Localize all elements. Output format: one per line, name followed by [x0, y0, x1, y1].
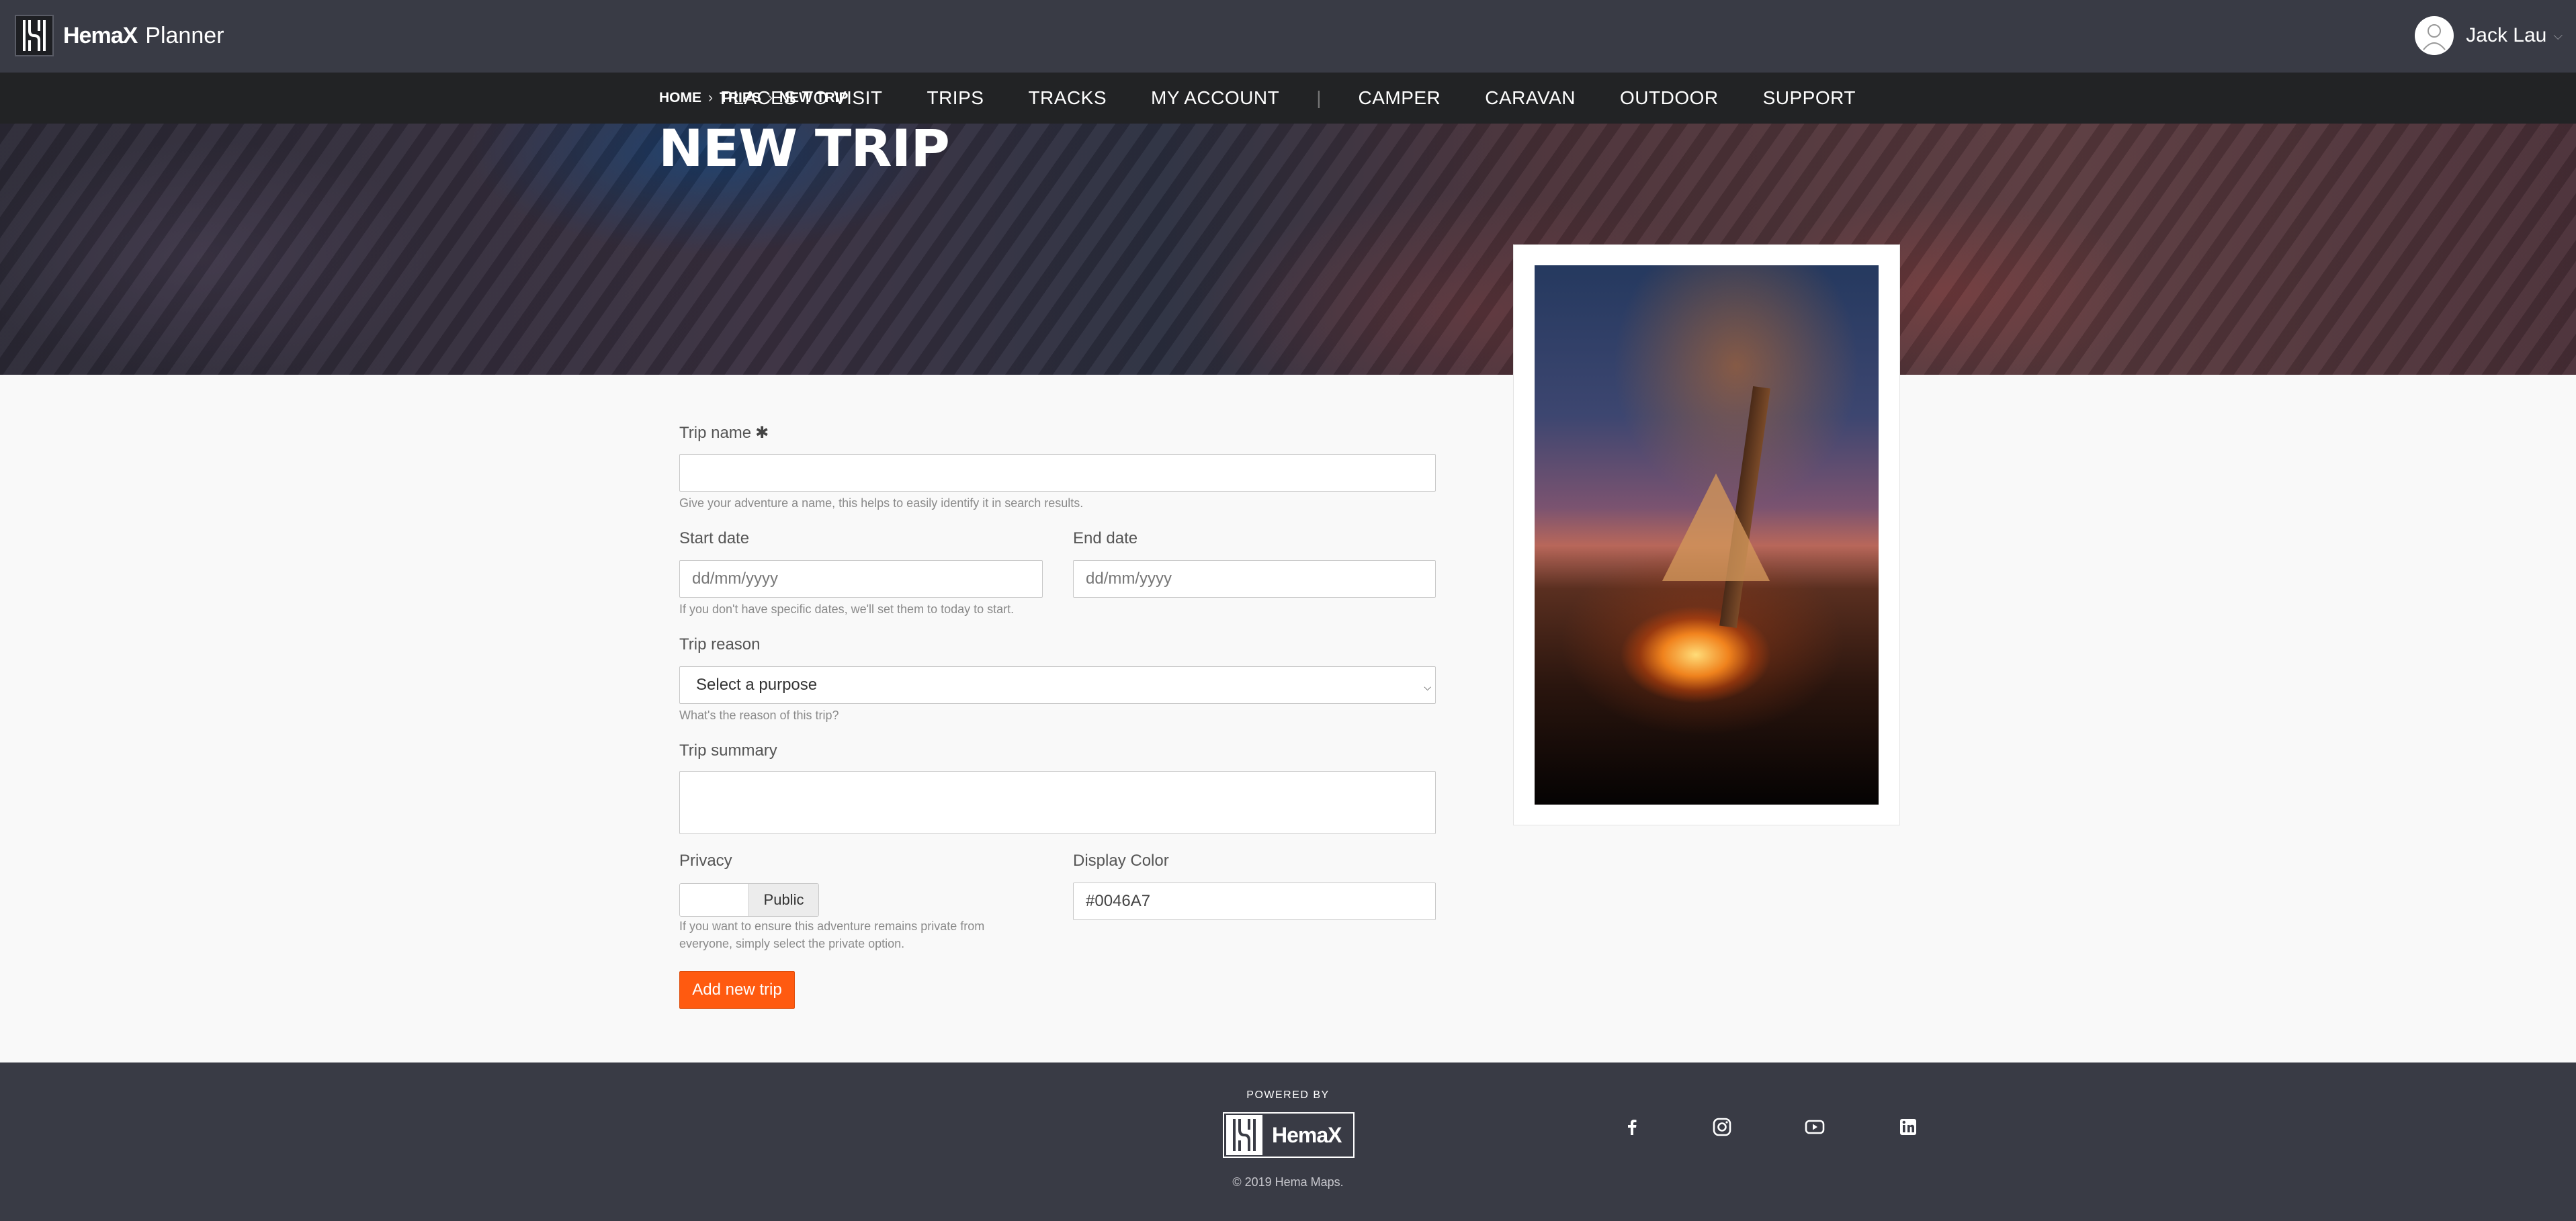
page-title: NEW TRIP: [658, 118, 950, 178]
trip-photo-card: [1513, 244, 1900, 825]
trip-reason-selected: Select a purpose: [696, 676, 818, 694]
instagram-icon[interactable]: [1710, 1115, 1734, 1139]
nav-item-outdoor[interactable]: OUTDOOR: [1598, 87, 1741, 109]
end-date-label: End date: [1073, 529, 1138, 547]
breadcrumb-trips[interactable]: TRIPS: [720, 90, 761, 106]
youtube-icon[interactable]: [1803, 1115, 1827, 1139]
copyright: © 2019 Hema Maps.: [1232, 1175, 1344, 1189]
trip-reason-select[interactable]: Select a purpose ⌵: [679, 666, 1436, 704]
brand-product: Planner: [145, 22, 224, 48]
hemax-logo-icon: [1226, 1115, 1262, 1155]
start-date-input[interactable]: dd/mm/yyyy: [679, 560, 1043, 598]
hero-banner: [0, 124, 2576, 375]
avatar[interactable]: [2415, 16, 2454, 55]
brand-name: HemaX: [63, 22, 138, 48]
trip-name-label-text: Trip name: [679, 424, 752, 442]
chevron-down-icon: ⌵: [1424, 682, 1431, 692]
trip-name-help: Give your adventure a name, this helps t…: [679, 496, 1084, 510]
nav-separator: |: [1316, 87, 1322, 108]
privacy-state[interactable]: Public: [748, 884, 818, 916]
nav-item-support[interactable]: SUPPORT: [1741, 87, 1878, 109]
date-help: If you don't have specific dates, we'll …: [679, 602, 1015, 616]
top-bar: HemaX Planner Jack Lau ⌵: [0, 0, 2576, 73]
trip-summary-label: Trip summary: [679, 741, 777, 760]
required-icon: ✱: [755, 424, 769, 442]
start-date-label: Start date: [679, 529, 750, 547]
linkedin-icon[interactable]: [1896, 1115, 1920, 1139]
app-logo[interactable]: HemaX Planner: [15, 15, 224, 56]
footer-logo[interactable]: HemaX: [1223, 1112, 1355, 1158]
main-nav: PLACES TO VISIT TRIPS TRACKS MY ACCOUNT …: [0, 73, 2576, 124]
powered-by-label: POWERED BY: [1246, 1089, 1330, 1101]
trip-reason-help: What's the reason of this trip?: [679, 709, 839, 722]
chevron-down-icon[interactable]: ⌵: [2553, 29, 2563, 43]
privacy-help-line2: everyone, simply select the private opti…: [679, 937, 905, 950]
campfire-photo: [1535, 265, 1879, 805]
display-color-input[interactable]: #0046A7: [1073, 883, 1436, 920]
breadcrumb: HOME › TRIPS › NEW TRIP: [659, 90, 849, 106]
privacy-toggle[interactable]: Public: [679, 883, 819, 917]
trip-summary-textarea[interactable]: [679, 771, 1436, 834]
end-date-input[interactable]: dd/mm/yyyy: [1073, 560, 1436, 598]
facebook-icon[interactable]: [1620, 1115, 1644, 1139]
nav-item-camper[interactable]: CAMPER: [1336, 87, 1463, 109]
footer-logo-text: HemaX: [1272, 1122, 1342, 1147]
photo-tent: [1662, 473, 1770, 581]
privacy-label: Privacy: [679, 852, 732, 870]
breadcrumb-separator: ›: [708, 90, 713, 105]
user-name: Jack Lau: [2466, 24, 2547, 46]
nav-item-my-account[interactable]: MY ACCOUNT: [1129, 87, 1301, 109]
trip-reason-label: Trip reason: [679, 635, 761, 653]
hemax-logo-icon: [15, 15, 54, 56]
breadcrumb-new-trip: NEW TRIP: [779, 90, 849, 105]
user-menu[interactable]: Jack Lau ⌵: [2415, 16, 2563, 55]
breadcrumb-home[interactable]: HOME: [659, 90, 701, 106]
breadcrumb-separator: ›: [767, 90, 773, 105]
nav-item-trips[interactable]: TRIPS: [904, 87, 1006, 109]
privacy-help-line1: If you want to ensure this adventure rem…: [679, 919, 985, 933]
trip-name-label: Trip name ✱: [679, 423, 769, 443]
add-new-trip-button[interactable]: Add new trip: [679, 971, 795, 1009]
trip-name-input[interactable]: [679, 454, 1436, 492]
display-color-label: Display Color: [1073, 852, 1169, 870]
footer: POWERED BY HemaX © 2019 Hema Maps.: [0, 1062, 2576, 1221]
nav-item-caravan[interactable]: CARAVAN: [1463, 87, 1598, 109]
nav-item-tracks[interactable]: TRACKS: [1006, 87, 1129, 109]
